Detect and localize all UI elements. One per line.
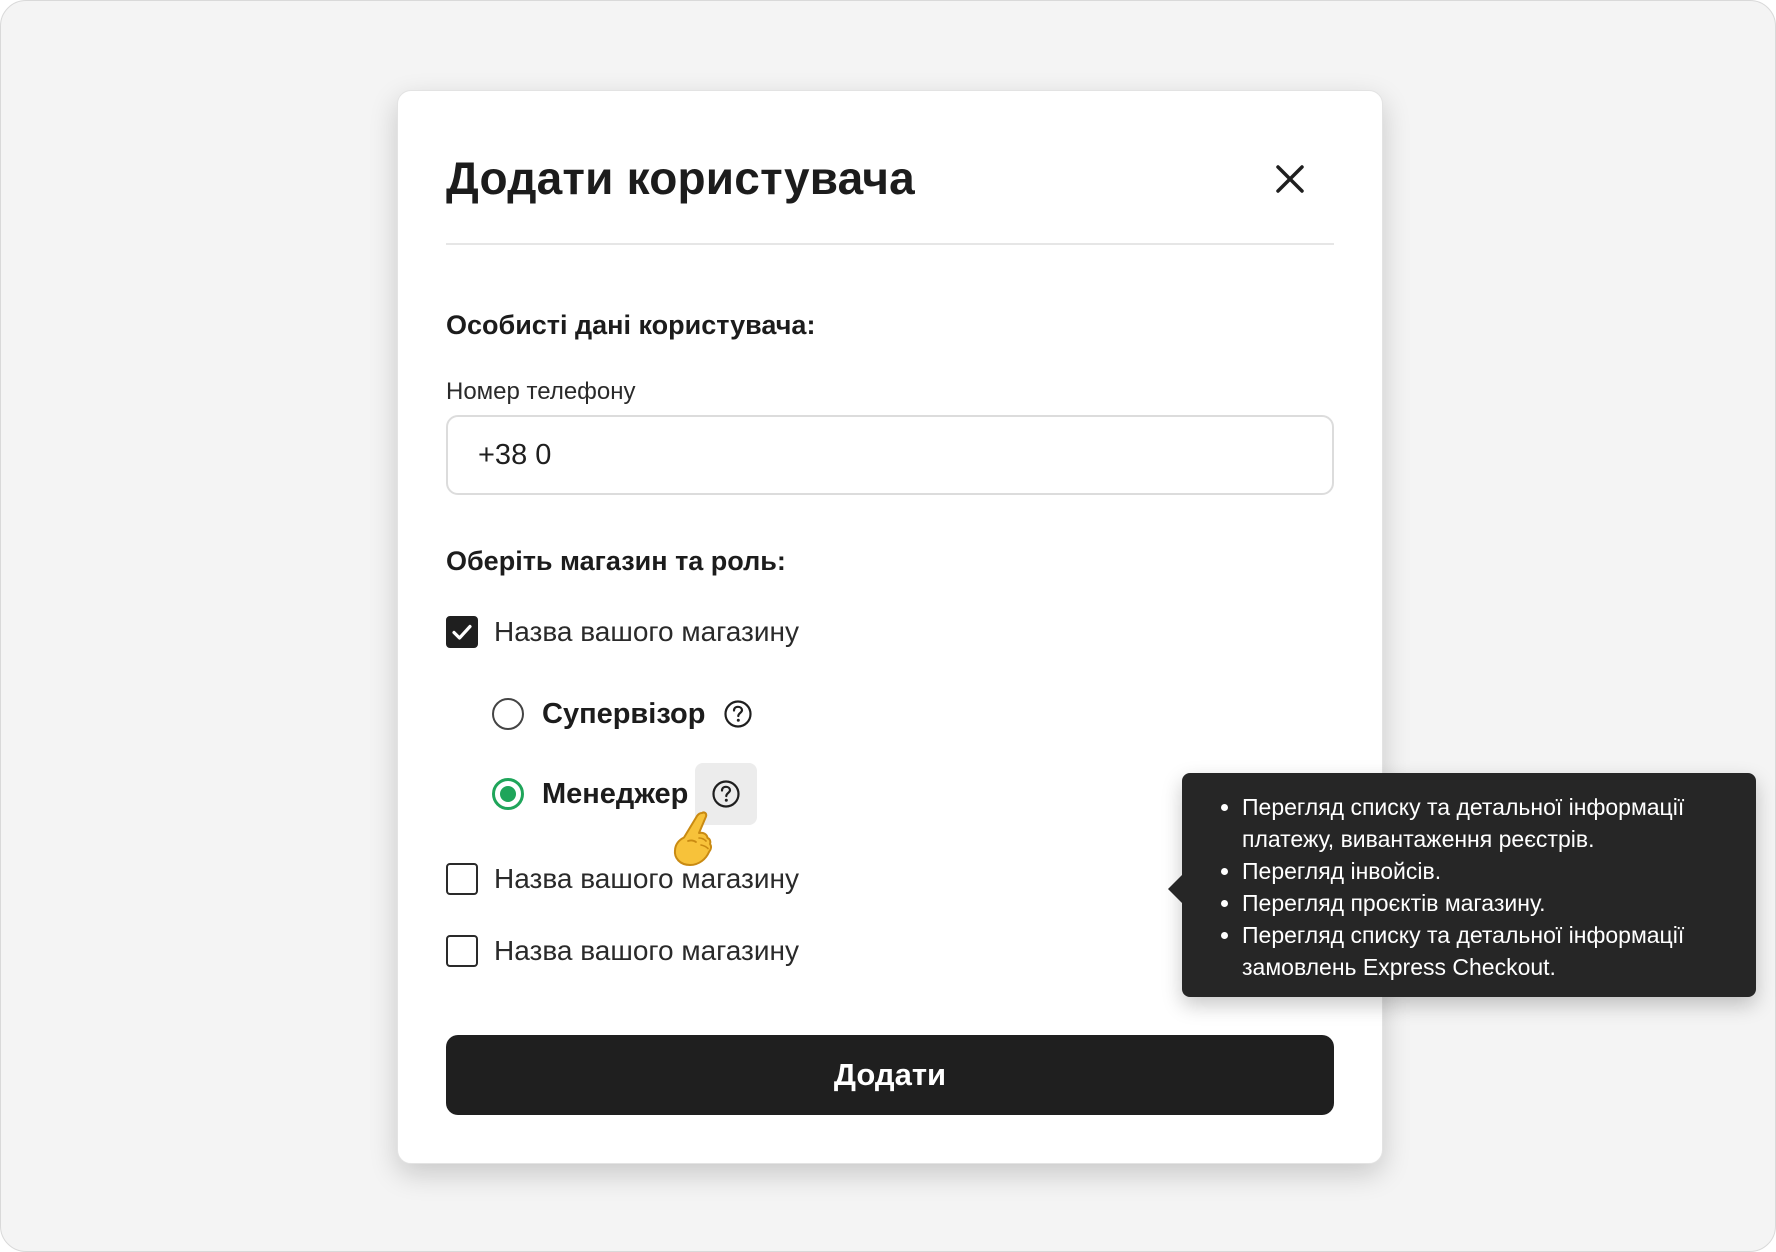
- permission-item: Перегляд списку та детальної інформації …: [1242, 919, 1736, 983]
- radio-supervisor[interactable]: [492, 698, 524, 730]
- radio-selected-dot: [500, 786, 516, 802]
- permissions-list: Перегляд списку та детальної інформації …: [1202, 791, 1736, 983]
- store-checkbox-row-1[interactable]: Назва вашого магазину: [446, 615, 799, 649]
- supervisor-help-button[interactable]: [723, 699, 753, 729]
- add-user-submit-button[interactable]: Додати: [446, 1035, 1334, 1115]
- role-label-manager: Менеджер: [542, 777, 689, 810]
- question-circle-icon: [724, 700, 752, 728]
- add-user-modal: Додати користувача Особисті дані користу…: [397, 90, 1756, 1164]
- radio-manager[interactable]: [492, 778, 524, 810]
- question-circle-icon: [712, 780, 740, 808]
- phone-input[interactable]: [446, 415, 1334, 495]
- store-checkbox-row-2[interactable]: Назва вашого магазину: [446, 862, 799, 896]
- page-background: Додати користувача Особисті дані користу…: [0, 0, 1776, 1252]
- close-icon: [1276, 165, 1304, 193]
- permission-item: Перегляд списку та детальної інформації …: [1242, 791, 1736, 855]
- tooltip-arrow: [1168, 875, 1182, 903]
- store-label-2: Назва вашого магазину: [494, 863, 799, 894]
- role-permissions-tooltip: Перегляд списку та детальної інформації …: [1168, 773, 1756, 997]
- permission-item: Перегляд інвойсів.: [1242, 855, 1736, 887]
- store-checkbox-1[interactable]: [446, 616, 478, 648]
- permission-item: Перегляд проєктів магазину.: [1242, 887, 1736, 919]
- pointing-hand-cursor-icon: [673, 811, 713, 866]
- store-checkbox-2[interactable]: [446, 863, 478, 895]
- store-label-3: Назва вашого магазину: [494, 935, 799, 966]
- personal-data-title: Особисті дані користувача:: [446, 310, 816, 340]
- store-checkbox-3[interactable]: [446, 935, 478, 967]
- close-button[interactable]: [1266, 155, 1314, 203]
- store-label-1: Назва вашого магазину: [494, 616, 799, 647]
- role-radio-supervisor[interactable]: Супервізор: [492, 696, 705, 732]
- store-role-title: Оберіть магазин та роль:: [446, 546, 786, 576]
- header-divider: [446, 243, 1334, 245]
- role-label-supervisor: Супервізор: [542, 697, 706, 730]
- checkmark-icon: [452, 624, 472, 640]
- modal-title: Додати користувача: [446, 152, 915, 204]
- role-radio-manager[interactable]: Менеджер: [492, 776, 688, 812]
- phone-label: Номер телефону: [446, 378, 636, 405]
- store-checkbox-row-3[interactable]: Назва вашого магазину: [446, 934, 799, 968]
